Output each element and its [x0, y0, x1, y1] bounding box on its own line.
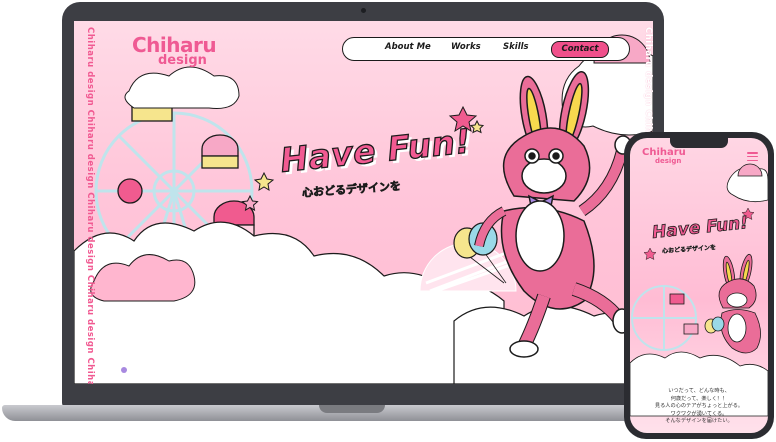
site-logo[interactable]: Chiharu design [132, 33, 217, 67]
logo-line-1: Chiharu [132, 33, 217, 57]
nav-about-me[interactable]: About Me [385, 42, 431, 52]
hero-heading: Have Fun! 心おどるデザインを [278, 120, 474, 199]
mobile-logo[interactable]: Chiharu design [642, 148, 686, 165]
vertical-brand-text-left: Chiharu design Chiharu design Chiharu de… [85, 27, 95, 384]
phone-notch [670, 138, 728, 148]
laptop-opening-notch [319, 405, 385, 413]
copy-line: 見る人の心のテアがちょっと上がる。 [654, 403, 744, 410]
nav-works[interactable]: Works [451, 42, 481, 52]
hamburger-menu-icon[interactable] [747, 152, 758, 162]
mobile-hero-heading: Have Fun! 心おどるデザインを [651, 213, 750, 255]
phone-frame: Chiharu design Have Fun! 心おどるデザインを いつだって… [624, 132, 774, 439]
mobile-site-screen: Chiharu design Have Fun! 心おどるデザインを いつだって… [630, 138, 768, 433]
desktop-site-screen: Chiharu design Chiharu design Chiharu de… [74, 21, 653, 384]
laptop-frame: Chiharu design Chiharu design Chiharu de… [62, 2, 664, 407]
dot-decoration [121, 367, 127, 373]
copy-line: そんなデザインを届けたい。 [665, 418, 733, 425]
main-nav: About Me Works Skills Contact [342, 37, 630, 61]
nav-contact-button[interactable]: Contact [551, 41, 609, 58]
mobile-intro-copy: いつだって、どんな時も、 何歳だって、楽しく！！ 見る人の心のテアがちょっと上が… [630, 388, 768, 426]
laptop-camera [361, 8, 366, 13]
mobile-logo-line-2: design [655, 157, 682, 165]
nav-skills[interactable]: Skills [503, 42, 529, 52]
hero-illustration [74, 34, 653, 384]
laptop-base [2, 405, 667, 421]
copy-line: いつだって、どんな時も、 [668, 388, 730, 394]
